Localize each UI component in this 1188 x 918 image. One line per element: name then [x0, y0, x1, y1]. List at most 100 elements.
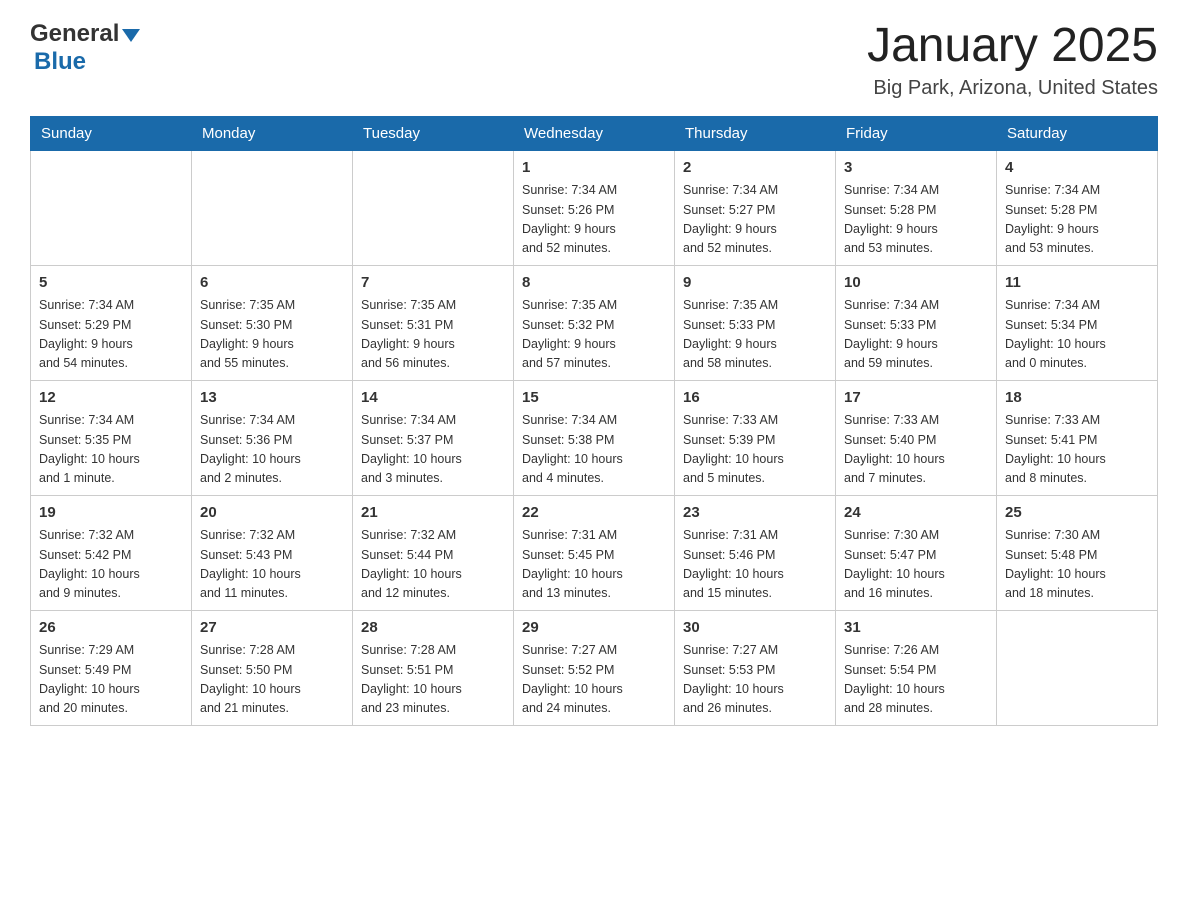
calendar-cell: 26Sunrise: 7:29 AM Sunset: 5:49 PM Dayli…: [31, 610, 192, 725]
calendar-cell: 13Sunrise: 7:34 AM Sunset: 5:36 PM Dayli…: [192, 380, 353, 495]
day-number: 4: [1005, 157, 1149, 180]
day-number: 31: [844, 617, 988, 640]
day-number: 21: [361, 502, 505, 525]
calendar-cell: 1Sunrise: 7:34 AM Sunset: 5:26 PM Daylig…: [514, 150, 675, 265]
day-info: Sunrise: 7:35 AM Sunset: 5:31 PM Dayligh…: [361, 296, 505, 374]
day-number: 28: [361, 617, 505, 640]
calendar-cell: [997, 610, 1158, 725]
calendar-cell: 15Sunrise: 7:34 AM Sunset: 5:38 PM Dayli…: [514, 380, 675, 495]
day-number: 1: [522, 157, 666, 180]
calendar-cell: 22Sunrise: 7:31 AM Sunset: 5:45 PM Dayli…: [514, 495, 675, 610]
day-number: 5: [39, 272, 183, 295]
day-info: Sunrise: 7:34 AM Sunset: 5:27 PM Dayligh…: [683, 181, 827, 259]
day-number: 17: [844, 387, 988, 410]
day-info: Sunrise: 7:33 AM Sunset: 5:39 PM Dayligh…: [683, 411, 827, 489]
day-number: 2: [683, 157, 827, 180]
day-info: Sunrise: 7:33 AM Sunset: 5:40 PM Dayligh…: [844, 411, 988, 489]
calendar-cell: 31Sunrise: 7:26 AM Sunset: 5:54 PM Dayli…: [836, 610, 997, 725]
day-info: Sunrise: 7:34 AM Sunset: 5:37 PM Dayligh…: [361, 411, 505, 489]
calendar-day-header: Friday: [836, 116, 997, 150]
day-info: Sunrise: 7:34 AM Sunset: 5:28 PM Dayligh…: [1005, 181, 1149, 259]
day-number: 25: [1005, 502, 1149, 525]
calendar-cell: 8Sunrise: 7:35 AM Sunset: 5:32 PM Daylig…: [514, 265, 675, 380]
calendar-day-header: Saturday: [997, 116, 1158, 150]
calendar-cell: [31, 150, 192, 265]
day-number: 3: [844, 157, 988, 180]
calendar-day-header: Thursday: [675, 116, 836, 150]
calendar-week-row: 5Sunrise: 7:34 AM Sunset: 5:29 PM Daylig…: [31, 265, 1158, 380]
calendar-week-row: 1Sunrise: 7:34 AM Sunset: 5:26 PM Daylig…: [31, 150, 1158, 265]
calendar-header-row: SundayMondayTuesdayWednesdayThursdayFrid…: [31, 116, 1158, 150]
calendar-cell: 21Sunrise: 7:32 AM Sunset: 5:44 PM Dayli…: [353, 495, 514, 610]
calendar-cell: 17Sunrise: 7:33 AM Sunset: 5:40 PM Dayli…: [836, 380, 997, 495]
day-info: Sunrise: 7:28 AM Sunset: 5:51 PM Dayligh…: [361, 641, 505, 719]
day-number: 29: [522, 617, 666, 640]
calendar-cell: 6Sunrise: 7:35 AM Sunset: 5:30 PM Daylig…: [192, 265, 353, 380]
page-header: General Blue January 2025 Big Park, Ariz…: [30, 20, 1158, 100]
day-info: Sunrise: 7:30 AM Sunset: 5:48 PM Dayligh…: [1005, 526, 1149, 604]
day-number: 11: [1005, 272, 1149, 295]
calendar-title: January 2025: [867, 20, 1158, 73]
logo-blue-text: Blue: [34, 48, 86, 76]
day-number: 23: [683, 502, 827, 525]
logo-general-text: General: [30, 20, 119, 48]
calendar-cell: 23Sunrise: 7:31 AM Sunset: 5:46 PM Dayli…: [675, 495, 836, 610]
calendar-cell: 27Sunrise: 7:28 AM Sunset: 5:50 PM Dayli…: [192, 610, 353, 725]
day-info: Sunrise: 7:32 AM Sunset: 5:42 PM Dayligh…: [39, 526, 183, 604]
title-block: January 2025 Big Park, Arizona, United S…: [867, 20, 1158, 100]
day-info: Sunrise: 7:29 AM Sunset: 5:49 PM Dayligh…: [39, 641, 183, 719]
logo-arrow-icon: [122, 29, 140, 42]
calendar-cell: 5Sunrise: 7:34 AM Sunset: 5:29 PM Daylig…: [31, 265, 192, 380]
calendar-cell: 10Sunrise: 7:34 AM Sunset: 5:33 PM Dayli…: [836, 265, 997, 380]
calendar-cell: 20Sunrise: 7:32 AM Sunset: 5:43 PM Dayli…: [192, 495, 353, 610]
calendar-cell: 19Sunrise: 7:32 AM Sunset: 5:42 PM Dayli…: [31, 495, 192, 610]
calendar-subtitle: Big Park, Arizona, United States: [867, 77, 1158, 100]
calendar-day-header: Wednesday: [514, 116, 675, 150]
calendar-table: SundayMondayTuesdayWednesdayThursdayFrid…: [30, 116, 1158, 726]
day-number: 12: [39, 387, 183, 410]
calendar-day-header: Tuesday: [353, 116, 514, 150]
calendar-cell: 16Sunrise: 7:33 AM Sunset: 5:39 PM Dayli…: [675, 380, 836, 495]
calendar-day-header: Monday: [192, 116, 353, 150]
day-info: Sunrise: 7:35 AM Sunset: 5:33 PM Dayligh…: [683, 296, 827, 374]
day-info: Sunrise: 7:34 AM Sunset: 5:35 PM Dayligh…: [39, 411, 183, 489]
calendar-cell: [192, 150, 353, 265]
day-number: 7: [361, 272, 505, 295]
calendar-cell: 28Sunrise: 7:28 AM Sunset: 5:51 PM Dayli…: [353, 610, 514, 725]
calendar-cell: 12Sunrise: 7:34 AM Sunset: 5:35 PM Dayli…: [31, 380, 192, 495]
day-info: Sunrise: 7:28 AM Sunset: 5:50 PM Dayligh…: [200, 641, 344, 719]
calendar-cell: 30Sunrise: 7:27 AM Sunset: 5:53 PM Dayli…: [675, 610, 836, 725]
day-number: 24: [844, 502, 988, 525]
day-number: 26: [39, 617, 183, 640]
day-number: 14: [361, 387, 505, 410]
calendar-cell: 9Sunrise: 7:35 AM Sunset: 5:33 PM Daylig…: [675, 265, 836, 380]
day-number: 20: [200, 502, 344, 525]
day-number: 13: [200, 387, 344, 410]
calendar-day-header: Sunday: [31, 116, 192, 150]
calendar-cell: 25Sunrise: 7:30 AM Sunset: 5:48 PM Dayli…: [997, 495, 1158, 610]
day-number: 16: [683, 387, 827, 410]
calendar-cell: 4Sunrise: 7:34 AM Sunset: 5:28 PM Daylig…: [997, 150, 1158, 265]
day-info: Sunrise: 7:32 AM Sunset: 5:44 PM Dayligh…: [361, 526, 505, 604]
day-number: 9: [683, 272, 827, 295]
calendar-cell: [353, 150, 514, 265]
day-info: Sunrise: 7:34 AM Sunset: 5:28 PM Dayligh…: [844, 181, 988, 259]
day-info: Sunrise: 7:26 AM Sunset: 5:54 PM Dayligh…: [844, 641, 988, 719]
day-info: Sunrise: 7:34 AM Sunset: 5:38 PM Dayligh…: [522, 411, 666, 489]
day-number: 10: [844, 272, 988, 295]
logo: General Blue: [30, 20, 140, 76]
calendar-week-row: 12Sunrise: 7:34 AM Sunset: 5:35 PM Dayli…: [31, 380, 1158, 495]
day-number: 15: [522, 387, 666, 410]
day-info: Sunrise: 7:27 AM Sunset: 5:52 PM Dayligh…: [522, 641, 666, 719]
day-info: Sunrise: 7:35 AM Sunset: 5:32 PM Dayligh…: [522, 296, 666, 374]
day-info: Sunrise: 7:30 AM Sunset: 5:47 PM Dayligh…: [844, 526, 988, 604]
day-info: Sunrise: 7:35 AM Sunset: 5:30 PM Dayligh…: [200, 296, 344, 374]
day-number: 18: [1005, 387, 1149, 410]
calendar-cell: 24Sunrise: 7:30 AM Sunset: 5:47 PM Dayli…: [836, 495, 997, 610]
calendar-cell: 3Sunrise: 7:34 AM Sunset: 5:28 PM Daylig…: [836, 150, 997, 265]
day-number: 22: [522, 502, 666, 525]
day-info: Sunrise: 7:31 AM Sunset: 5:46 PM Dayligh…: [683, 526, 827, 604]
day-info: Sunrise: 7:34 AM Sunset: 5:34 PM Dayligh…: [1005, 296, 1149, 374]
calendar-cell: 2Sunrise: 7:34 AM Sunset: 5:27 PM Daylig…: [675, 150, 836, 265]
day-info: Sunrise: 7:34 AM Sunset: 5:29 PM Dayligh…: [39, 296, 183, 374]
